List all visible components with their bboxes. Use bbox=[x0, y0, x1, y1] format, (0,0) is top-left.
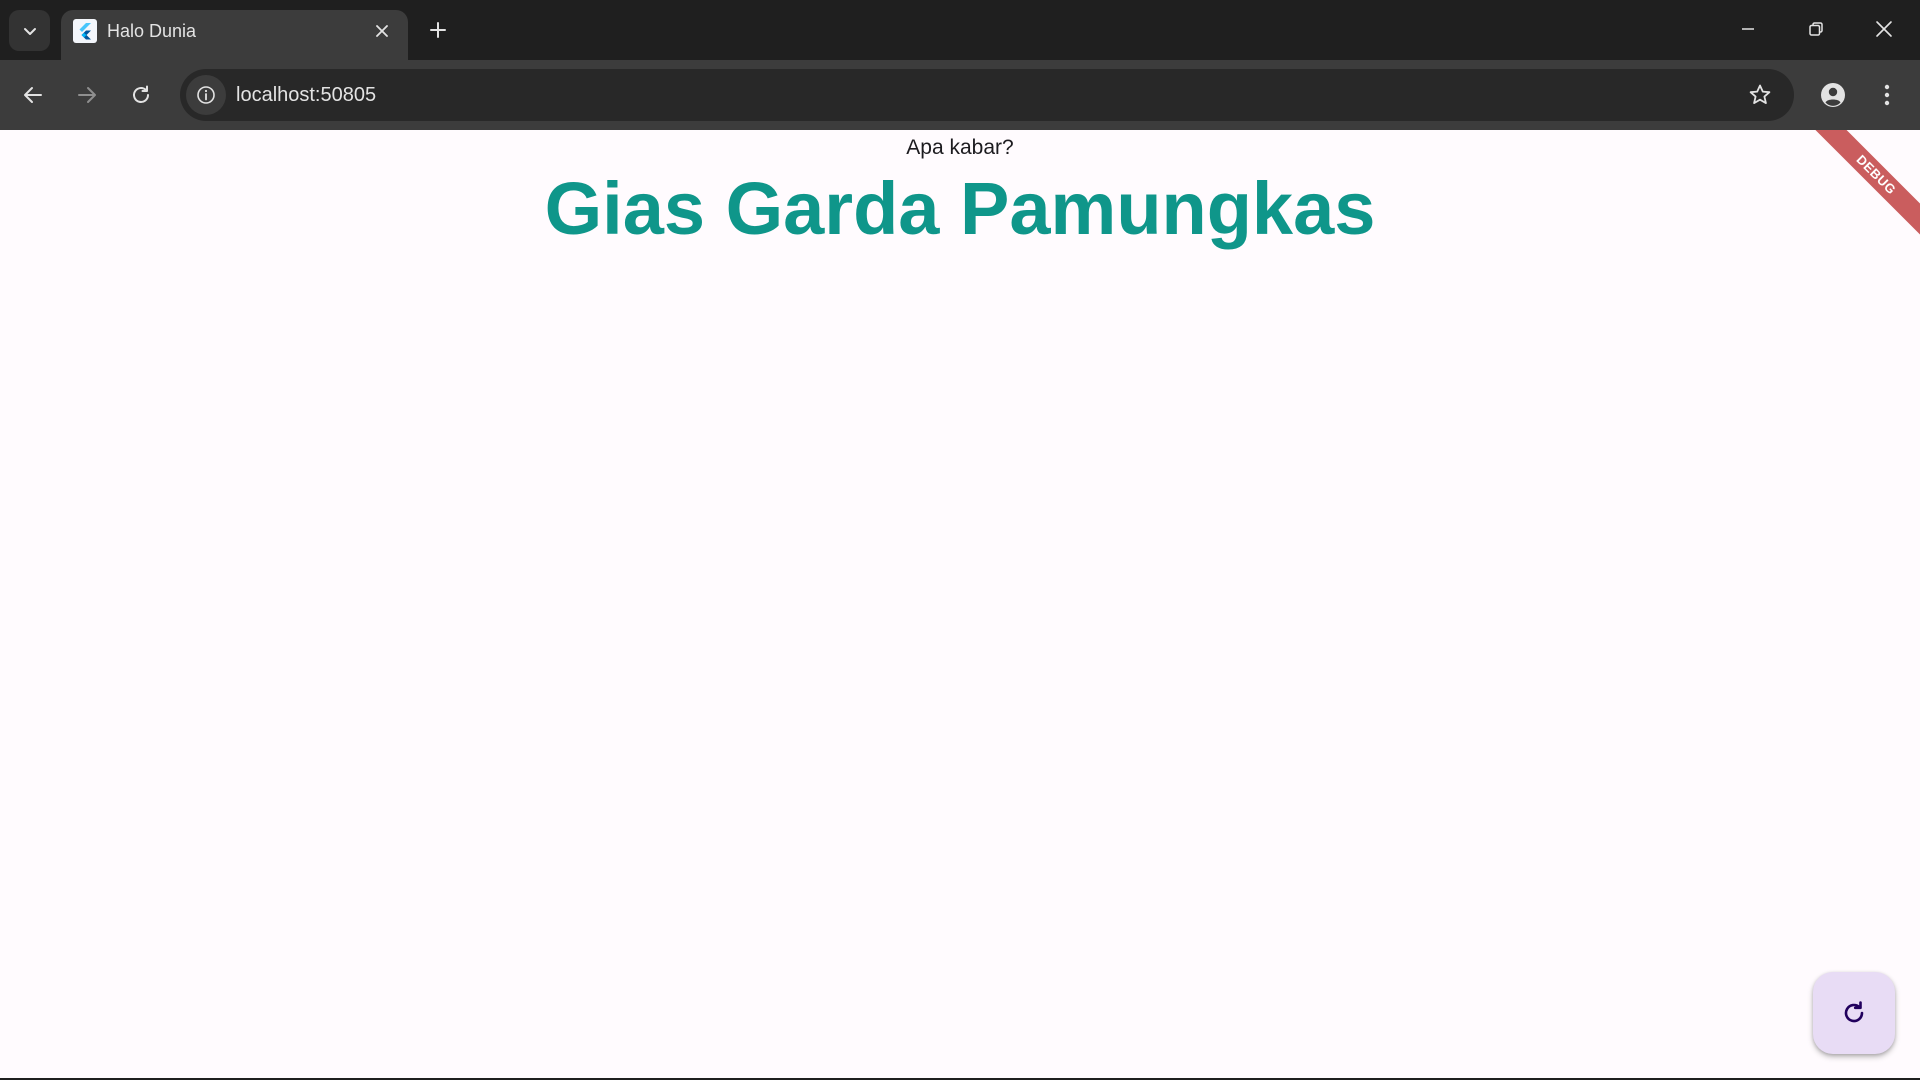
minimize-button[interactable] bbox=[1714, 0, 1782, 58]
chevron-down-icon bbox=[23, 27, 36, 35]
address-bar[interactable]: localhost:50805 bbox=[180, 69, 1794, 121]
close-icon bbox=[1876, 21, 1892, 37]
greeting-text: Apa kabar? bbox=[906, 136, 1014, 159]
reload-button[interactable] bbox=[121, 75, 161, 115]
reload-icon bbox=[133, 85, 149, 103]
back-button[interactable] bbox=[13, 75, 53, 115]
browser-menu-button[interactable] bbox=[1867, 75, 1907, 115]
restore-icon bbox=[1809, 22, 1823, 36]
tab-search-button[interactable] bbox=[9, 10, 50, 51]
name-heading: Gias Garda Pamungkas bbox=[544, 167, 1376, 250]
more-vertical-icon bbox=[1884, 84, 1890, 106]
url-text[interactable]: localhost:50805 bbox=[236, 83, 376, 107]
bookmark-star-icon[interactable] bbox=[1744, 79, 1776, 111]
browser-toolbar: localhost:50805 bbox=[0, 60, 1920, 130]
arrow-right-icon bbox=[78, 87, 96, 103]
minimize-icon bbox=[1742, 28, 1754, 30]
tab-strip: Halo Dunia bbox=[0, 0, 1920, 60]
tab-title: Halo Dunia bbox=[107, 21, 197, 41]
account-icon bbox=[1821, 83, 1845, 107]
close-window-button[interactable] bbox=[1850, 0, 1918, 58]
plus-icon bbox=[430, 22, 446, 38]
flutter-logo-icon bbox=[73, 19, 97, 43]
arrow-left-icon bbox=[24, 87, 42, 103]
restore-button[interactable] bbox=[1782, 0, 1850, 58]
new-tab-button[interactable] bbox=[420, 12, 456, 48]
profile-button[interactable] bbox=[1813, 75, 1853, 115]
refresh-fab-button[interactable] bbox=[1813, 972, 1895, 1054]
info-icon[interactable] bbox=[186, 75, 226, 115]
browser-tab[interactable]: Halo Dunia bbox=[61, 10, 408, 60]
forward-button[interactable] bbox=[67, 75, 107, 115]
refresh-icon bbox=[1844, 1001, 1864, 1023]
close-tab-icon[interactable] bbox=[370, 19, 394, 43]
page-viewport: Apa kabar? Gias Garda Pamungkas DEBUG bbox=[0, 130, 1920, 1078]
